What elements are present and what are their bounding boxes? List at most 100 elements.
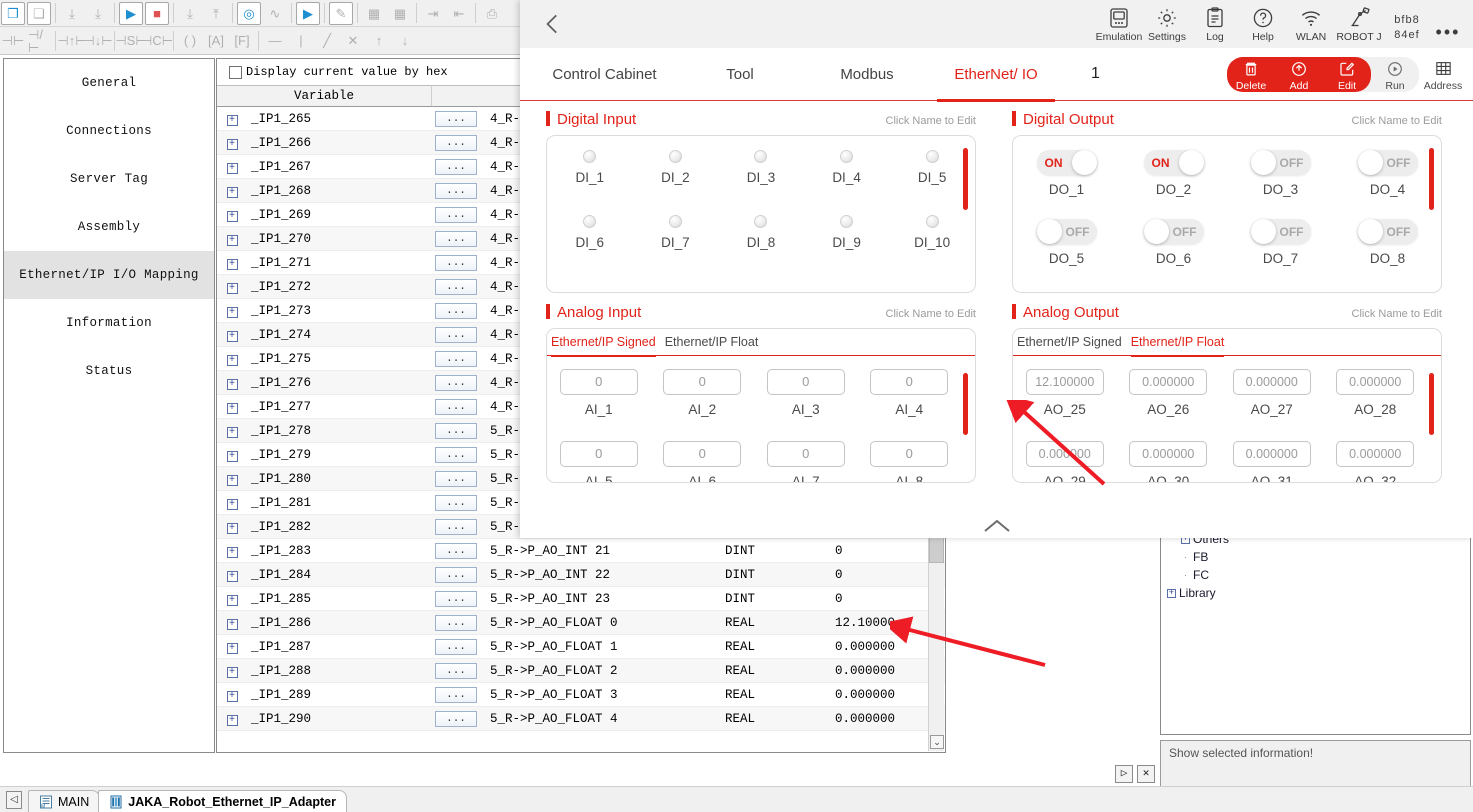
analog-input-ai_3[interactable]: 0 AI_3 <box>754 369 858 417</box>
io-label[interactable]: DI_10 <box>914 235 950 250</box>
cell-browse[interactable]: ... <box>432 159 480 175</box>
do-toggle-switch[interactable]: ON <box>1037 150 1097 175</box>
do-toggle-switch[interactable]: OFF <box>1251 150 1311 175</box>
analog-output-ao_31[interactable]: 0.000000 AO_31 <box>1220 441 1324 483</box>
display-hex-checkbox[interactable] <box>229 66 242 79</box>
collapse-panel-button[interactable] <box>520 518 1473 534</box>
io-label[interactable]: DI_2 <box>661 170 690 185</box>
row-expander[interactable]: + <box>217 616 247 630</box>
io-label[interactable]: DO_5 <box>1049 251 1084 266</box>
analog-output-ao_28[interactable]: 0.000000AO_28 <box>1324 369 1428 417</box>
row-expander[interactable]: + <box>217 112 247 126</box>
action-delete[interactable]: Delete <box>1227 57 1275 92</box>
row-expander[interactable]: + <box>217 328 247 342</box>
digital-input-di_3[interactable]: DI_3 <box>718 150 804 185</box>
ai-value-field[interactable]: 0 <box>767 369 845 395</box>
cell-browse[interactable]: ... <box>432 231 480 247</box>
io-label[interactable]: AI_3 <box>792 402 820 417</box>
digital-output-do_5[interactable]: OFFDO_5 <box>1013 219 1120 266</box>
sidebar-item-server-tag[interactable]: Server Tag <box>4 155 214 203</box>
table-row[interactable]: +_IP1_283...5_R->P_AO_INT 21DINT0 <box>217 539 945 563</box>
cell-browse[interactable]: ... <box>432 711 480 727</box>
trace-clock-icon[interactable]: ∿ <box>263 2 287 25</box>
row-expander[interactable]: + <box>217 592 247 606</box>
action-add[interactable]: Add <box>1275 57 1323 92</box>
io-label[interactable]: AO_32 <box>1354 474 1396 483</box>
cell-browse[interactable]: ... <box>432 639 480 655</box>
contact-no-icon[interactable]: ⊣⊢ <box>1 29 25 52</box>
vertical-line-icon[interactable]: | <box>289 29 313 52</box>
io-label[interactable]: DO_7 <box>1263 251 1298 266</box>
insert-row-icon[interactable]: ⇥ <box>421 2 445 25</box>
digital-input-di_7[interactable]: DI_7 <box>633 215 719 250</box>
ao-value-field[interactable]: 0.000000 <box>1129 441 1207 467</box>
digital-input-di_8[interactable]: DI_8 <box>718 215 804 250</box>
table-row[interactable]: +_IP1_290...5_R->P_AO_FLOAT 4REAL0.00000… <box>217 707 945 731</box>
tabbar-scroll-left-button[interactable]: ◁ <box>6 791 22 809</box>
do-toggle-switch[interactable]: OFF <box>1358 219 1418 244</box>
io-label[interactable]: DO_8 <box>1370 251 1405 266</box>
document-tab-main[interactable]: M MAIN <box>28 790 100 812</box>
cell-browse[interactable]: ... <box>432 303 480 319</box>
digital-output-do_2[interactable]: ONDO_2 <box>1120 150 1227 197</box>
action-edit[interactable]: Edit <box>1323 57 1371 92</box>
cell-browse[interactable]: ... <box>432 495 480 511</box>
cell-browse[interactable]: ... <box>432 687 480 703</box>
cell-browse[interactable]: ... <box>432 663 480 679</box>
io-label[interactable]: DI_9 <box>832 235 861 250</box>
ai-value-field[interactable]: 0 <box>870 369 948 395</box>
row-expander[interactable]: + <box>217 400 247 414</box>
io-label[interactable]: AI_1 <box>585 402 613 417</box>
io-label[interactable]: AO_26 <box>1147 402 1189 417</box>
io-label[interactable]: DI_6 <box>576 235 605 250</box>
io-label[interactable]: DI_7 <box>661 235 690 250</box>
digital-input-di_6[interactable]: DI_6 <box>547 215 633 250</box>
contact-rising-icon[interactable]: ⊣↑⊢ <box>60 29 84 52</box>
tree-item-fb[interactable]: · FB <box>1167 548 1464 566</box>
analog-input-ai_5[interactable]: 0AI_5 <box>547 441 651 483</box>
row-expander[interactable]: + <box>217 448 247 462</box>
cell-browse[interactable]: ... <box>432 471 480 487</box>
io-label[interactable]: DO_1 <box>1049 182 1084 197</box>
io-label[interactable]: AI_7 <box>792 474 820 483</box>
io-label[interactable]: DO_6 <box>1156 251 1191 266</box>
table-row[interactable]: +_IP1_286...5_R->P_AO_FLOAT 0REAL12.1000… <box>217 611 945 635</box>
di-scroll-indicator[interactable] <box>963 148 968 210</box>
coil-reset-icon[interactable]: ⊣C⊢ <box>145 29 169 52</box>
digital-input-di_9[interactable]: DI_9 <box>804 215 890 250</box>
digital-input-di_1[interactable]: DI_1 <box>547 150 633 185</box>
io-label[interactable]: AO_27 <box>1251 402 1293 417</box>
grid-add-icon[interactable]: ▦ <box>362 2 386 25</box>
sidebar-item-connections[interactable]: Connections <box>4 107 214 155</box>
ai-value-field[interactable]: 0 <box>663 369 741 395</box>
document-tab-jaka-adapter[interactable]: JAKA_Robot_Ethernet_IP_Adapter <box>98 790 347 812</box>
ao-scroll-indicator[interactable] <box>1429 373 1434 435</box>
cell-browse[interactable]: ... <box>432 423 480 439</box>
row-expander[interactable]: + <box>217 160 247 174</box>
ao-value-field[interactable]: 0.000000 <box>1233 441 1311 467</box>
row-expander[interactable]: + <box>217 280 247 294</box>
ao-value-field[interactable]: 0.000000 <box>1129 369 1207 395</box>
row-expander[interactable]: + <box>217 376 247 390</box>
analog-output-ao_30[interactable]: 0.000000AO_30 <box>1117 441 1221 483</box>
import-icon[interactable]: ⤓ <box>178 2 202 25</box>
row-expander[interactable]: + <box>217 184 247 198</box>
tree-run-button[interactable]: ▷ <box>1115 765 1133 783</box>
expander-icon[interactable]: + <box>1167 589 1176 598</box>
ao-subtab-signed[interactable]: Ethernet/IP Signed <box>1017 335 1122 356</box>
cell-browse[interactable]: ... <box>432 135 480 151</box>
delete-row-icon[interactable]: ⇤ <box>447 2 471 25</box>
do-toggle-switch[interactable]: ON <box>1144 150 1204 175</box>
io-label[interactable]: AO_31 <box>1251 474 1293 483</box>
header-tool-robot[interactable]: ROBOT J <box>1335 6 1383 43</box>
analog-input-ai_7[interactable]: 0AI_7 <box>754 441 858 483</box>
column-header-variable[interactable]: Variable <box>217 86 432 106</box>
digital-output-do_4[interactable]: OFFDO_4 <box>1334 150 1441 197</box>
analog-input-ai_8[interactable]: 0AI_8 <box>858 441 962 483</box>
ao-value-field[interactable]: 0.000000 <box>1336 369 1414 395</box>
row-expander[interactable]: + <box>217 688 247 702</box>
ai-scroll-indicator[interactable] <box>963 373 968 435</box>
io-label[interactable]: DO_3 <box>1263 182 1298 197</box>
analog-output-ao_29[interactable]: 0.000000AO_29 <box>1013 441 1117 483</box>
table-row[interactable]: +_IP1_287...5_R->P_AO_FLOAT 1REAL0.00000… <box>217 635 945 659</box>
